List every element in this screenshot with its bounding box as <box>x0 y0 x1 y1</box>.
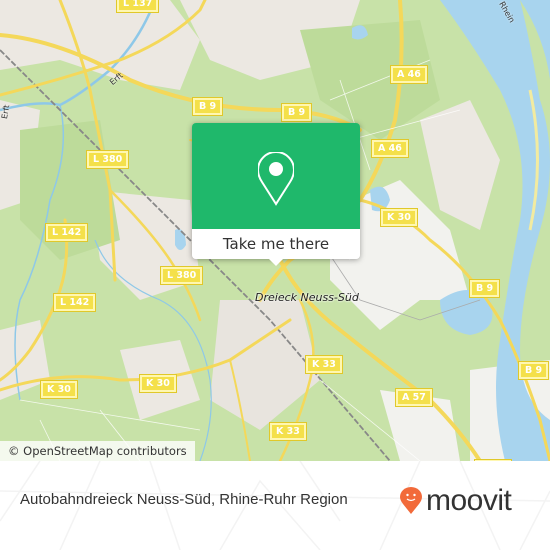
road-shield-k30: K 30 <box>380 208 418 227</box>
road-shield-l380: L 380 <box>85 150 130 169</box>
road-shield-k33: K 33 <box>269 422 307 441</box>
place-label-dreieck-neuss-sued: Dreieck Neuss-Süd <box>255 291 359 304</box>
take-me-there-button[interactable]: Take me there <box>192 229 360 259</box>
moovit-wordmark: moovit <box>426 484 512 517</box>
popup-tail <box>268 258 284 266</box>
road-shield-l137: L 137 <box>115 0 160 13</box>
osm-attribution[interactable]: © OpenStreetMap contributors <box>0 441 195 461</box>
road-shield-k33: K 33 <box>305 355 343 374</box>
road-shield-b9: B 9 <box>468 279 501 298</box>
road-shield-l142: L 142 <box>44 223 89 242</box>
road-shield-k30: K 30 <box>139 374 177 393</box>
map[interactable]: Erft Erft Rhein L 137 B 9 B 9 A 46 A 46 … <box>0 0 550 461</box>
moovit-pin-icon <box>400 487 422 514</box>
road-shield-b9: B 9 <box>517 361 550 380</box>
road-shield-k30: K 30 <box>40 380 78 399</box>
footer: Autobahndreieck Neuss-Süd, Rhine-Ruhr Re… <box>0 461 550 550</box>
road-shield-l142: L 142 <box>52 293 97 312</box>
road-shield-a46: A 46 <box>390 65 428 84</box>
location-pin-icon <box>258 152 294 206</box>
road-shield-b9: B 9 <box>191 97 224 116</box>
popup-header <box>192 123 360 229</box>
road-shield-l380: L 380 <box>159 266 204 285</box>
location-popup: Take me there <box>192 123 360 266</box>
road-shield-b9: B 9 <box>280 103 313 122</box>
road-shield-a57: A 57 <box>395 388 433 407</box>
moovit-logo[interactable]: moovit <box>400 481 512 521</box>
location-title: Autobahndreieck Neuss-Süd, Rhine-Ruhr Re… <box>20 491 348 508</box>
road-shield-a46: A 46 <box>371 139 409 158</box>
